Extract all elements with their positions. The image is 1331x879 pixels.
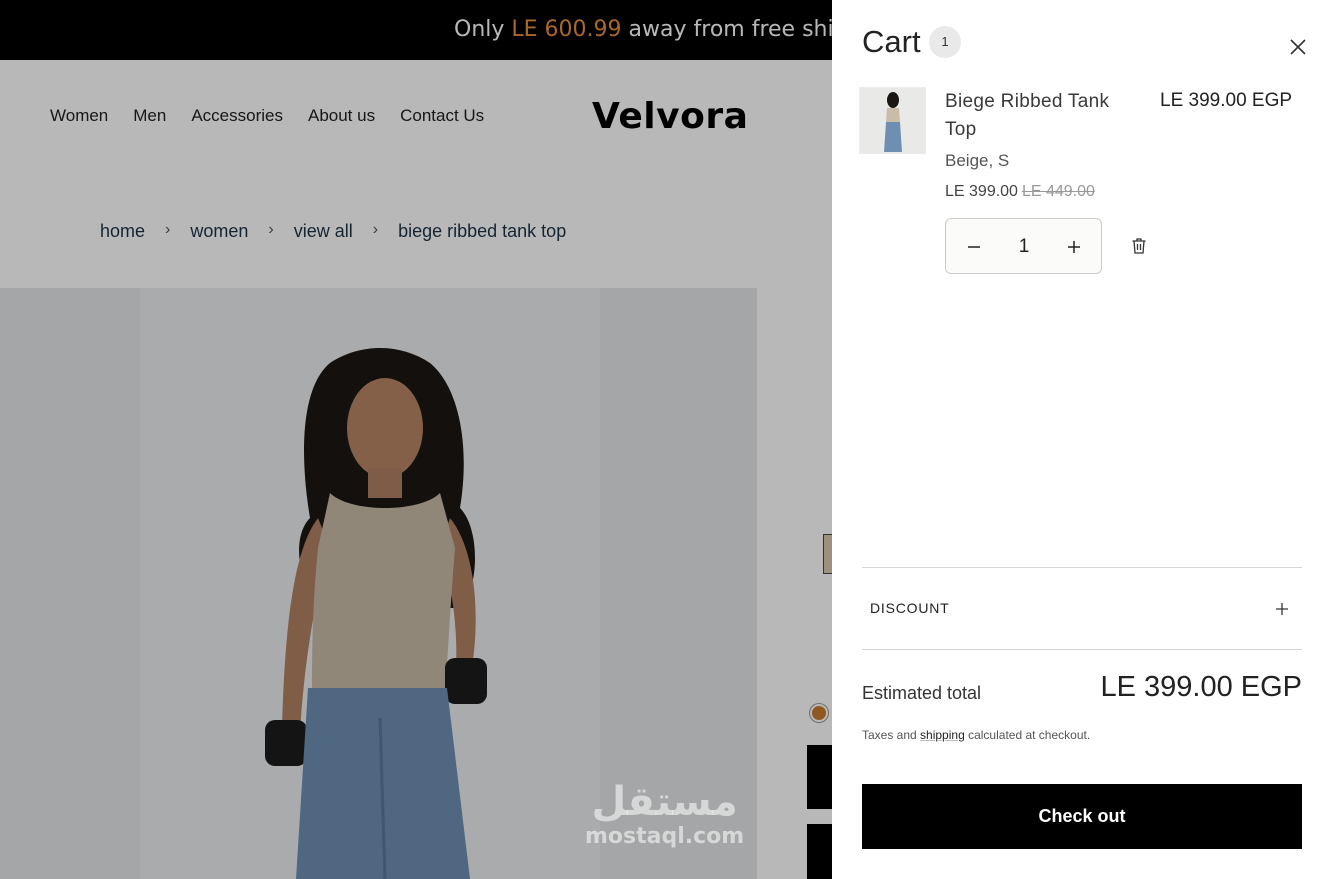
checkout-button[interactable]: Check out [862,784,1302,849]
color-dot[interactable] [810,704,828,722]
minus-icon[interactable] [960,233,988,261]
breadcrumb-separator: › [165,221,171,238]
breadcrumb: home › women › view all › biege ribbed t… [100,221,566,242]
quantity-stepper: 1 [945,218,1102,274]
discount-toggle-label[interactable]: DISCOUNT [870,600,950,616]
product-info-column [757,288,847,879]
sale-price: LE 399.00 [945,183,1018,200]
close-icon[interactable] [1288,37,1308,57]
breadcrumb-separator: › [372,221,379,238]
thumbnail-illustration [860,88,925,153]
watermark: مستقل mostaql.com [585,780,744,850]
tax-note-suffix: calculated at checkout. [968,728,1091,742]
breadcrumb-view-all[interactable]: view all [294,221,353,242]
cart-item-variant: Beige, S [945,151,1010,170]
cart-item-thumbnail[interactable] [859,87,926,154]
plus-icon[interactable] [1060,233,1088,261]
compare-price: LE 449.00 [1021,183,1095,200]
nav-item-about[interactable]: About us [308,106,375,126]
brand-logo[interactable]: Velvora [592,96,748,137]
watermark-arabic: مستقل [591,779,738,825]
shipping-link[interactable]: shipping [920,728,965,742]
nav-item-contact[interactable]: Contact Us [400,106,484,126]
announcement-text: Only LE 600.99 away from free shipping [454,0,896,60]
trash-icon[interactable] [1129,236,1149,256]
cart-count-badge: 1 [929,26,961,58]
tax-note: Taxes and shipping calculated at checkou… [862,728,1090,742]
announcement-prefix: Only [454,17,505,42]
divider [862,649,1302,650]
main-nav: Women Men Accessories About us Contact U… [50,106,484,126]
quantity-input[interactable]: 1 [1004,233,1044,261]
nav-item-women[interactable]: Women [50,106,108,126]
cart-item-unit-price: LE 399.00 LE 449.00 [945,183,1095,201]
cart-item-price: LE 399.00 EGP [1160,90,1293,111]
estimated-total-label: Estimated total [862,683,982,703]
tax-note-prefix: Taxes and [862,728,917,742]
announcement-amount: LE 600.99 [511,17,622,42]
breadcrumb-home[interactable]: home [100,221,145,242]
cart-drawer: Cart 1 Biege Ribbed Tank Top LE 399.00 E… [832,0,1331,879]
plus-icon[interactable] [1273,600,1291,618]
cart-item-name[interactable]: Biege Ribbed Tank Top [945,88,1145,144]
nav-item-men[interactable]: Men [133,106,166,126]
nav-item-accessories[interactable]: Accessories [191,106,283,126]
breadcrumb-separator: › [268,221,274,238]
cart-title: Cart [862,24,921,59]
estimated-total-value: LE 399.00 EGP [1100,671,1302,703]
breadcrumb-current: biege ribbed tank top [398,221,567,241]
watermark-latin: mostaql.com [585,824,745,849]
divider [862,567,1302,568]
breadcrumb-women[interactable]: women [190,221,248,242]
